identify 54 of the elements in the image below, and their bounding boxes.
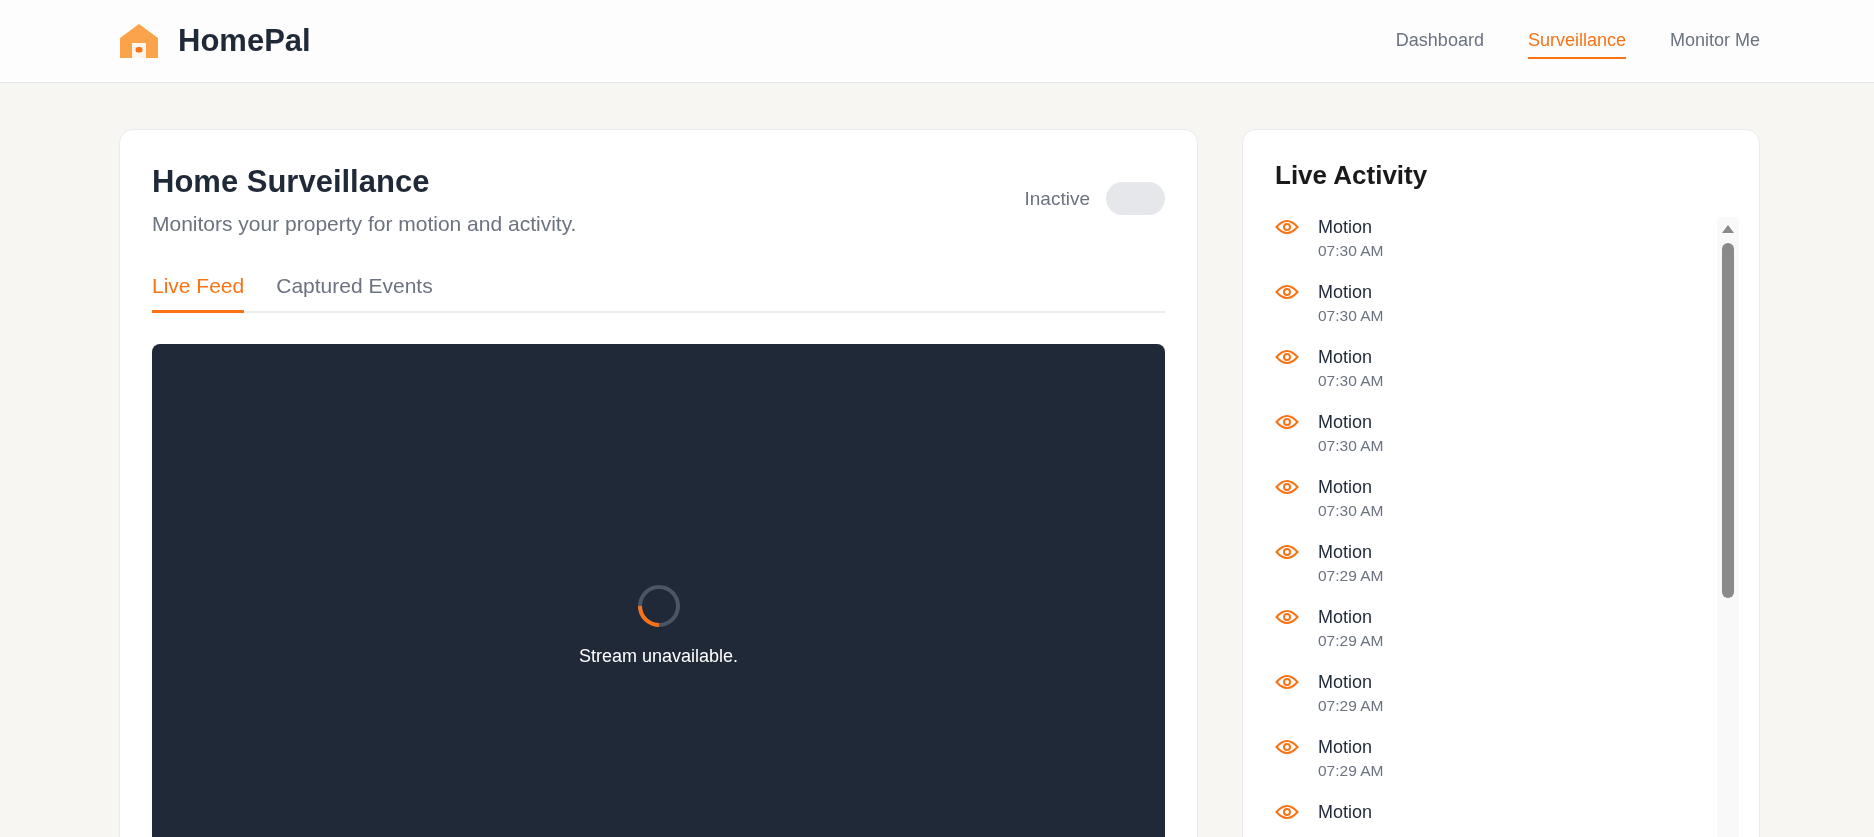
event-time: 07:30 AM xyxy=(1318,372,1384,390)
event-time: 07:30 AM xyxy=(1318,307,1384,325)
eye-icon xyxy=(1275,609,1299,625)
spinner-icon xyxy=(636,584,681,628)
scroll-thumb[interactable] xyxy=(1722,243,1734,598)
event-name: Motion xyxy=(1318,347,1374,368)
scrollbar[interactable] xyxy=(1717,217,1739,837)
card-title: Home Surveillance xyxy=(152,164,431,200)
event-time: 07:30 AM xyxy=(1318,502,1384,520)
eye-icon xyxy=(1275,674,1299,690)
eye-icon xyxy=(1275,349,1299,365)
eye-icon xyxy=(1275,739,1299,755)
eye-icon xyxy=(1275,219,1299,235)
activity-item[interactable]: Motion 07:29 AM xyxy=(1275,737,1384,802)
activity-item[interactable]: Motion 07:30 AM xyxy=(1275,477,1384,542)
activity-item[interactable]: Motion 07:30 AM xyxy=(1275,347,1384,412)
event-name: Motion xyxy=(1318,672,1374,693)
event-time: 07:29 AM xyxy=(1318,632,1384,650)
toggle-switch[interactable] xyxy=(1106,182,1165,215)
stream-message: Stream unavailable. xyxy=(578,646,739,667)
event-time: 07:29 AM xyxy=(1318,697,1384,715)
event-time: 07:30 AM xyxy=(1318,242,1384,260)
nav-link[interactable]: Monitor Me xyxy=(1669,23,1760,59)
event-name: Motion xyxy=(1318,607,1374,628)
app-name: HomePal xyxy=(178,23,311,59)
status-label: Inactive xyxy=(1024,187,1090,210)
event-time: 07:29 AM xyxy=(1318,762,1384,780)
eye-icon xyxy=(1275,544,1299,560)
eye-icon xyxy=(1275,414,1299,430)
nav-link[interactable]: Dashboard xyxy=(1395,23,1484,59)
tab[interactable]: Captured Events xyxy=(276,266,433,313)
activity-item[interactable]: Motion 07:30 AM xyxy=(1275,282,1384,347)
event-name: Motion xyxy=(1318,217,1374,238)
event-name: Motion xyxy=(1318,737,1374,758)
eye-icon xyxy=(1275,804,1299,820)
activity-item[interactable]: Motion xyxy=(1275,802,1384,837)
house-icon xyxy=(120,24,158,58)
eye-icon xyxy=(1275,479,1299,495)
activity-item[interactable]: Motion 07:29 AM xyxy=(1275,672,1384,737)
event-time: 07:29 AM xyxy=(1318,567,1384,585)
event-name: Motion xyxy=(1318,282,1374,303)
event-name: Motion xyxy=(1318,477,1374,498)
event-name: Motion xyxy=(1318,542,1374,563)
scroll-up-icon[interactable] xyxy=(1722,225,1734,233)
event-name: Motion xyxy=(1318,412,1374,433)
activity-item[interactable]: Motion 07:30 AM xyxy=(1275,412,1384,477)
activity-title: Live Activity xyxy=(1275,160,1429,191)
event-name: Motion xyxy=(1318,802,1373,823)
activity-item[interactable]: Motion 07:29 AM xyxy=(1275,542,1384,607)
activity-item[interactable]: Motion 07:30 AM xyxy=(1275,217,1384,282)
activity-item[interactable]: Motion 07:29 AM xyxy=(1275,607,1384,672)
event-time: 07:30 AM xyxy=(1318,437,1384,455)
eye-icon xyxy=(1275,284,1299,300)
card-subtitle: Monitors your property for motion and activity. xyxy=(152,212,577,236)
